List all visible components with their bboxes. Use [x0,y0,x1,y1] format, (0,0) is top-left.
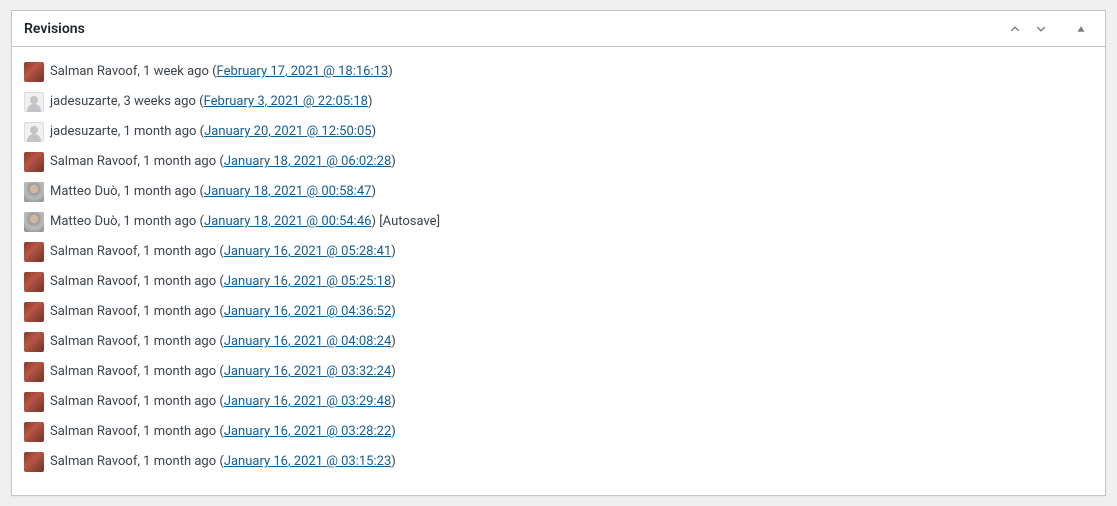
revision-item: jadesuzarte, 1 month ago (January 20, 20… [24,117,1093,147]
revision-item: jadesuzarte, 3 weeks ago (February 3, 20… [24,87,1093,117]
avatar [24,362,44,382]
revision-ago: 1 month ago [123,184,196,199]
revision-item: Salman Ravoof, 1 month ago (January 16, … [24,327,1093,357]
panel-header: Revisions [12,11,1105,47]
revision-ago: 1 month ago [143,154,216,169]
revisions-panel: Revisions Salman Ravoof, 1 week ago (Feb… [11,10,1106,496]
avatar [24,62,44,82]
avatar [24,212,44,232]
revision-text: Salman Ravoof, 1 week ago (February 17, … [50,62,393,82]
revision-author: Salman Ravoof [50,244,137,259]
revision-link[interactable]: February 17, 2021 @ 18:16:13 [217,64,389,79]
panel-content: Salman Ravoof, 1 week ago (February 17, … [12,47,1105,495]
revision-author: Salman Ravoof [50,424,137,439]
revision-ago: 1 month ago [143,424,216,439]
revision-link[interactable]: January 16, 2021 @ 03:29:48 [224,394,391,409]
revision-item: Salman Ravoof, 1 month ago (January 16, … [24,297,1093,327]
move-up-button[interactable] [1003,17,1027,41]
revision-ago: 1 month ago [123,214,196,229]
revision-author: Salman Ravoof [50,274,137,289]
revision-ago: 1 month ago [143,394,216,409]
revision-link[interactable]: January 16, 2021 @ 03:32:24 [224,364,391,379]
revision-ago: 1 month ago [143,274,216,289]
toggle-panel-button[interactable] [1069,17,1093,41]
revision-item: Salman Ravoof, 1 month ago (January 16, … [24,237,1093,267]
revision-ago: 1 month ago [143,244,216,259]
revision-item: Matteo Duò, 1 month ago (January 18, 202… [24,177,1093,207]
revision-text: Matteo Duò, 1 month ago (January 18, 202… [50,212,440,232]
revision-author: jadesuzarte [50,124,118,139]
revision-author: jadesuzarte [50,94,118,109]
revision-link[interactable]: January 18, 2021 @ 00:54:46 [204,214,371,229]
avatar [24,302,44,322]
avatar [24,122,44,142]
revision-text: Matteo Duò, 1 month ago (January 18, 202… [50,182,376,202]
revision-item: Salman Ravoof, 1 month ago (January 16, … [24,267,1093,297]
avatar [24,242,44,262]
revision-link[interactable]: January 16, 2021 @ 05:25:18 [224,274,391,289]
revision-item: Salman Ravoof, 1 week ago (February 17, … [24,57,1093,87]
revision-author: Salman Ravoof [50,64,137,79]
revision-text: Salman Ravoof, 1 month ago (January 16, … [50,362,396,382]
revision-link[interactable]: January 16, 2021 @ 04:08:24 [224,334,391,349]
revision-text: Salman Ravoof, 1 month ago (January 16, … [50,272,396,292]
avatar [24,272,44,292]
revision-author: Salman Ravoof [50,454,137,469]
revision-item: Salman Ravoof, 1 month ago (January 16, … [24,417,1093,447]
revision-text: Salman Ravoof, 1 month ago (January 16, … [50,392,396,412]
panel-actions [1003,17,1093,41]
revision-link[interactable]: January 16, 2021 @ 03:28:22 [224,424,391,439]
revision-ago: 1 month ago [143,454,216,469]
chevron-up-icon [1008,22,1022,36]
revision-item: Salman Ravoof, 1 month ago (January 18, … [24,147,1093,177]
revision-item: Salman Ravoof, 1 month ago (January 16, … [24,447,1093,477]
revision-author: Salman Ravoof [50,364,137,379]
revision-ago: 1 month ago [143,334,216,349]
revision-ago: 1 month ago [143,304,216,319]
triangle-up-icon [1074,22,1088,36]
revision-link[interactable]: January 16, 2021 @ 03:15:23 [224,454,391,469]
avatar [24,422,44,442]
revision-link[interactable]: January 18, 2021 @ 00:58:47 [204,184,371,199]
revision-ago: 1 week ago [143,64,209,79]
move-down-button[interactable] [1029,17,1053,41]
revision-link[interactable]: February 3, 2021 @ 22:05:18 [204,94,368,109]
revision-text: jadesuzarte, 1 month ago (January 20, 20… [50,122,376,142]
revision-text: Salman Ravoof, 1 month ago (January 16, … [50,242,396,262]
avatar [24,152,44,172]
avatar [24,182,44,202]
revision-author: Matteo Duò [50,214,118,229]
revision-list: Salman Ravoof, 1 week ago (February 17, … [24,57,1093,477]
revision-author: Salman Ravoof [50,334,137,349]
revision-link[interactable]: January 18, 2021 @ 06:02:28 [224,154,391,169]
avatar [24,332,44,352]
revision-item: Salman Ravoof, 1 month ago (January 16, … [24,357,1093,387]
revision-link[interactable]: January 20, 2021 @ 12:50:05 [204,124,371,139]
revision-link[interactable]: January 16, 2021 @ 04:36:52 [224,304,391,319]
revision-text: Salman Ravoof, 1 month ago (January 16, … [50,422,396,442]
avatar [24,392,44,412]
revision-ago: 1 month ago [143,364,216,379]
revision-author: Salman Ravoof [50,394,137,409]
revision-author: Salman Ravoof [50,304,137,319]
revision-text: Salman Ravoof, 1 month ago (January 16, … [50,332,396,352]
revision-item: Salman Ravoof, 1 month ago (January 16, … [24,387,1093,417]
revision-ago: 3 weeks ago [123,94,195,109]
revision-link[interactable]: January 16, 2021 @ 05:28:41 [224,244,391,259]
revision-author: Salman Ravoof [50,154,137,169]
revision-ago: 1 month ago [123,124,196,139]
panel-title: Revisions [24,21,85,37]
avatar [24,92,44,112]
revision-text: Salman Ravoof, 1 month ago (January 16, … [50,302,396,322]
revision-text: Salman Ravoof, 1 month ago (January 18, … [50,152,396,172]
revision-text: Salman Ravoof, 1 month ago (January 16, … [50,452,396,472]
chevron-down-icon [1034,22,1048,36]
revision-suffix: [Autosave] [376,214,440,229]
revision-item: Matteo Duò, 1 month ago (January 18, 202… [24,207,1093,237]
avatar [24,452,44,472]
revision-text: jadesuzarte, 3 weeks ago (February 3, 20… [50,92,372,112]
revision-author: Matteo Duò [50,184,118,199]
